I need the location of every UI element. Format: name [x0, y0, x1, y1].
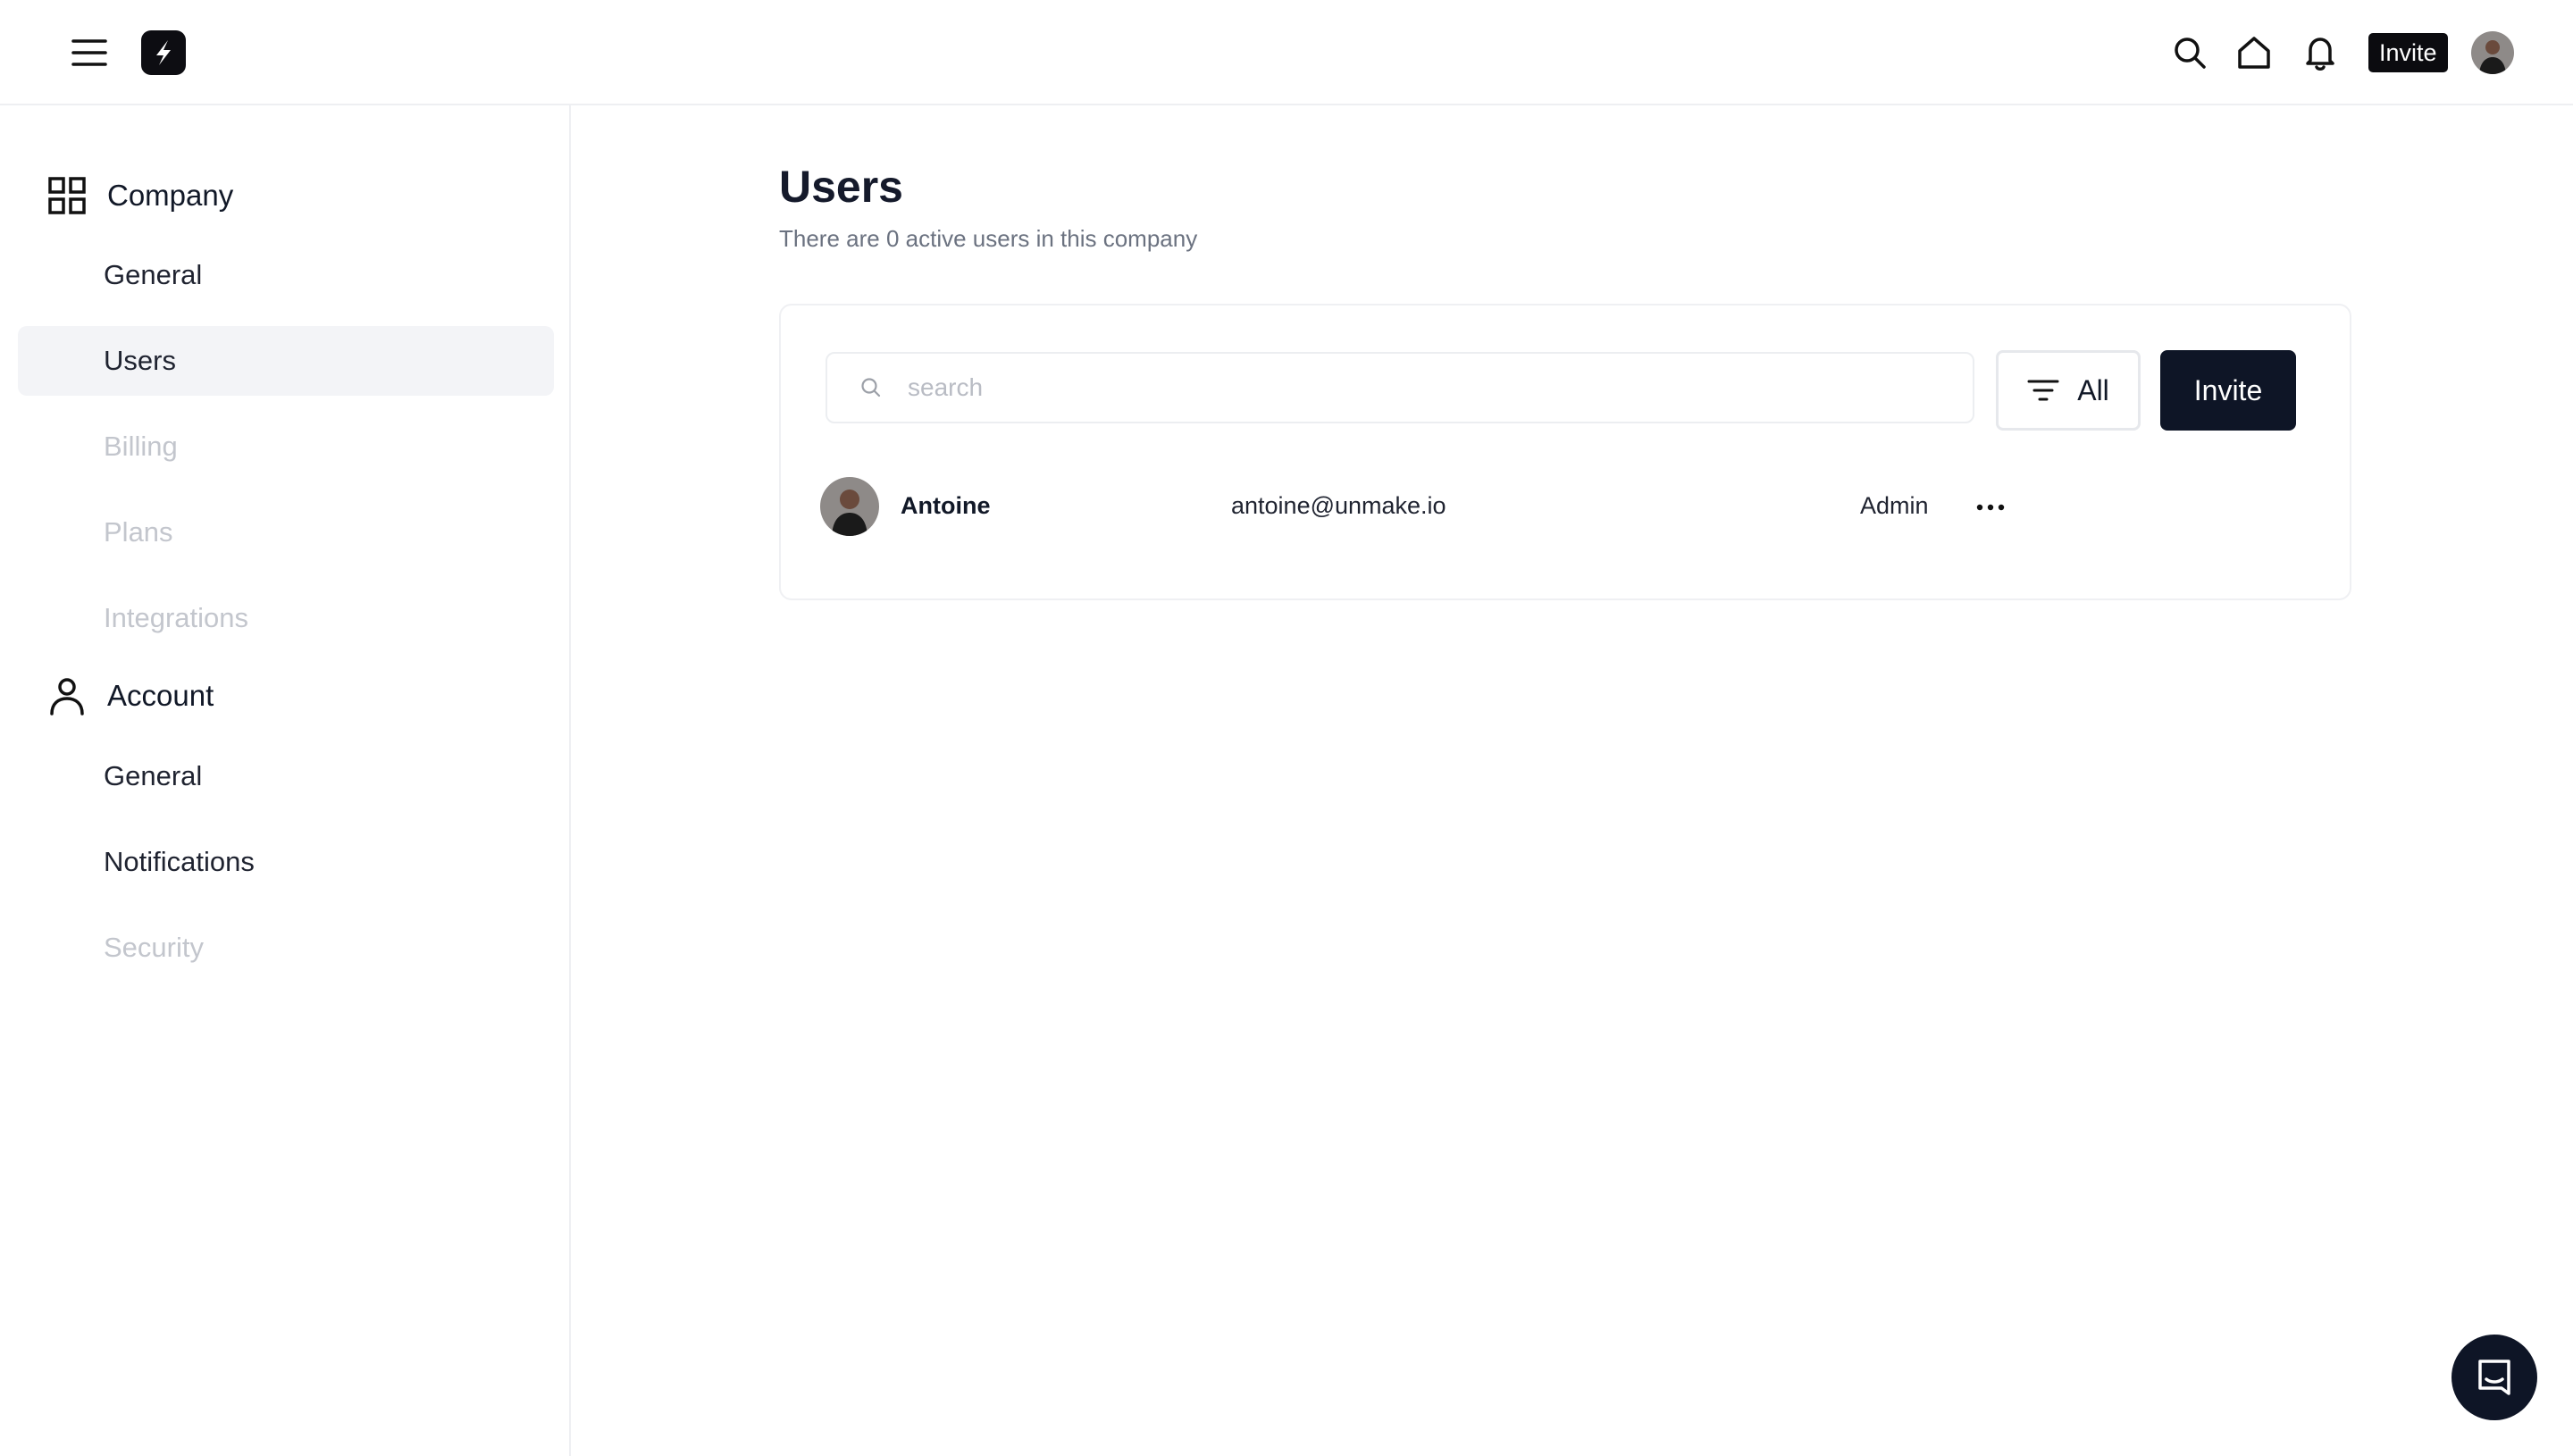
- header-invite-button[interactable]: Invite: [2368, 33, 2448, 72]
- search-input[interactable]: [906, 372, 1973, 403]
- sidebar-item-label: Billing: [104, 431, 178, 462]
- lightning-logo-icon[interactable]: [141, 30, 186, 75]
- filter-button[interactable]: All: [1996, 350, 2141, 431]
- sidebar-item-security[interactable]: Security: [18, 913, 554, 983]
- invite-button[interactable]: Invite: [2160, 350, 2296, 431]
- page-title: Users: [779, 162, 903, 212]
- sidebar-item-label: General: [104, 259, 203, 290]
- avatar[interactable]: [820, 477, 879, 536]
- avatar[interactable]: [2471, 31, 2514, 74]
- sidebar-item-account-general[interactable]: General: [18, 741, 554, 811]
- sidebar-item-users[interactable]: Users: [18, 326, 554, 396]
- table-row[interactable]: Antoine antoine@unmake.io Admin: [820, 477, 2303, 536]
- chat-launcher-button[interactable]: [2451, 1335, 2537, 1420]
- sidebar-item-label: Integrations: [104, 602, 248, 633]
- sidebar-item-plans[interactable]: Plans: [18, 498, 554, 567]
- home-icon[interactable]: [2235, 34, 2273, 71]
- bell-icon[interactable]: [2301, 34, 2339, 71]
- hamburger-menu-icon[interactable]: [71, 36, 107, 70]
- sidebar-item-label: Security: [104, 932, 204, 963]
- top-bar: Invite: [0, 0, 2573, 105]
- sidebar-item-integrations[interactable]: Integrations: [18, 583, 554, 653]
- sidebar-item-company-general[interactable]: General: [18, 240, 554, 310]
- person-icon: [46, 675, 88, 716]
- search-icon[interactable]: [2171, 34, 2208, 71]
- page-subtitle: There are 0 active users in this company: [779, 225, 1198, 252]
- sidebar-section-company[interactable]: Company: [46, 173, 233, 218]
- sidebar-item-label: Users: [104, 345, 176, 376]
- chat-icon: [2475, 1356, 2514, 1400]
- sidebar-item-billing[interactable]: Billing: [18, 412, 554, 481]
- filter-icon: [2027, 377, 2059, 404]
- sidebar-item-label: General: [104, 760, 203, 791]
- grid-icon: [46, 175, 88, 216]
- sidebar-item-notifications[interactable]: Notifications: [18, 827, 554, 897]
- search-field[interactable]: [826, 352, 1974, 423]
- sidebar: Company General Users Billing Plans Inte…: [0, 105, 571, 1456]
- sidebar-section-account[interactable]: Account: [46, 674, 214, 718]
- search-icon: [859, 376, 883, 399]
- sidebar-item-label: Notifications: [104, 846, 255, 877]
- users-card: All Invite Antoine antoine@unmake.io Adm…: [779, 304, 2351, 600]
- filter-label: All: [2077, 373, 2109, 406]
- user-email: antoine@unmake.io: [1231, 492, 1446, 519]
- user-role: Admin: [1860, 492, 1929, 519]
- sidebar-section-label: Company: [107, 179, 234, 212]
- more-horizontal-icon[interactable]: [1973, 490, 2008, 525]
- sidebar-section-label: Account: [107, 679, 214, 712]
- user-name: Antoine: [901, 492, 991, 519]
- sidebar-item-label: Plans: [104, 516, 173, 548]
